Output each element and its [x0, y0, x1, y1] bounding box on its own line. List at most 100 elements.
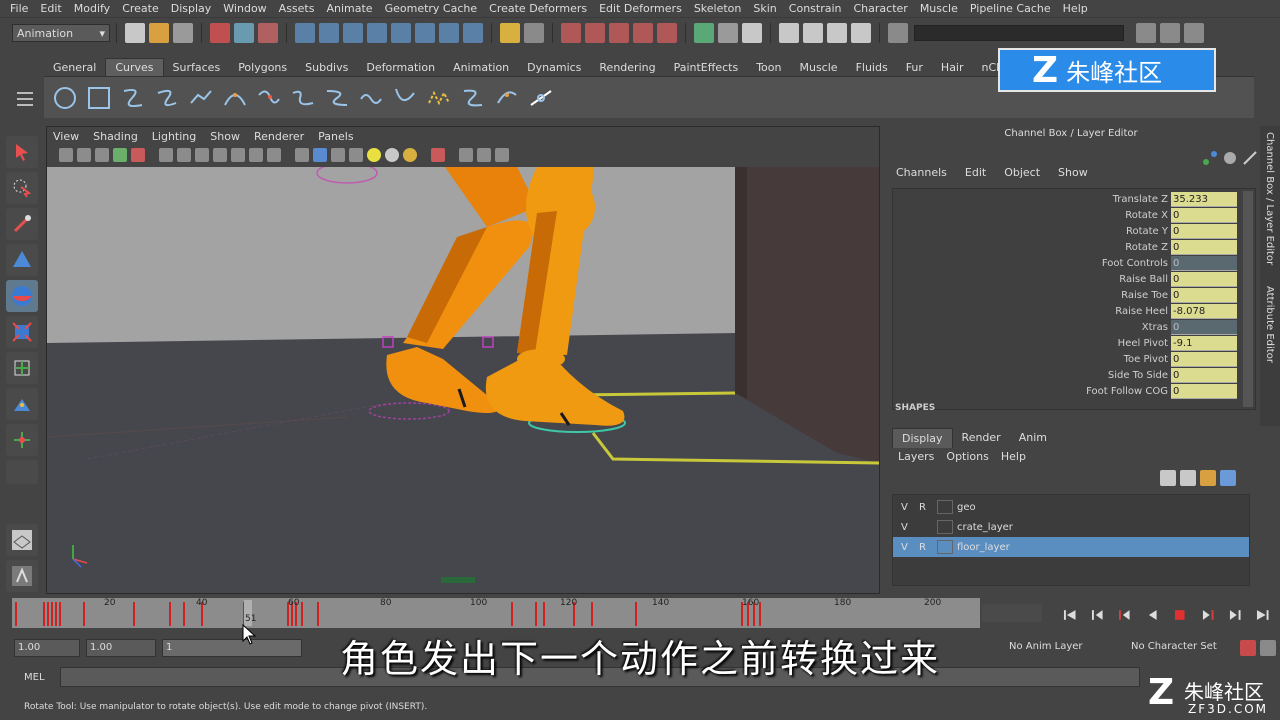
extend-curve-icon[interactable]	[358, 85, 384, 111]
arc-curve-icon[interactable]	[222, 85, 248, 111]
layer-tab-display[interactable]: Display	[892, 428, 953, 448]
use-default-light-icon[interactable]	[367, 148, 381, 162]
move-tool[interactable]	[6, 244, 38, 276]
pencil-curve-icon[interactable]	[188, 85, 214, 111]
layer-color-swatch[interactable]	[937, 540, 953, 554]
attribute-row[interactable]: Foot Follow COG 0	[893, 383, 1255, 399]
layer-visibility-toggle[interactable]: V	[901, 542, 919, 553]
select-dynamics-icon[interactable]	[415, 23, 435, 43]
shelf-tab-fluids[interactable]: Fluids	[847, 59, 897, 76]
attribute-row[interactable]: Rotate Y0	[893, 223, 1255, 239]
show-manipulator-tool[interactable]	[6, 424, 38, 456]
manipulator-icon[interactable]	[1242, 150, 1258, 166]
select-camera-icon[interactable]	[59, 148, 73, 162]
attribute-value[interactable]: 0	[1171, 271, 1237, 287]
attribute-value[interactable]: 0	[1171, 207, 1237, 223]
layer-row[interactable]: V Rgeo	[893, 497, 1249, 517]
select-curves-icon[interactable]	[343, 23, 363, 43]
save-scene-icon[interactable]	[173, 23, 193, 43]
wireframe-on-shaded-icon[interactable]	[331, 148, 345, 162]
last-tool-slot[interactable]	[6, 460, 38, 484]
shelf-tab-curves[interactable]: Curves	[105, 58, 164, 76]
shelf-tab-polygons[interactable]: Polygons	[229, 59, 296, 76]
snap-point-icon[interactable]	[609, 23, 629, 43]
shelf-tab-deformation[interactable]: Deformation	[357, 59, 444, 76]
wireframe-icon[interactable]	[295, 148, 309, 162]
attribute-row[interactable]: Translate Z 35.233	[893, 191, 1255, 207]
viewport-menu-panels[interactable]: Panels	[318, 130, 353, 143]
menu-geometry-cache[interactable]: Geometry Cache	[379, 2, 484, 15]
gate-mask-icon[interactable]	[213, 148, 227, 162]
menu-edit-deformers[interactable]: Edit Deformers	[593, 2, 688, 15]
menu-set-select[interactable]: Animation ▾	[12, 24, 110, 42]
attribute-value[interactable]: 0	[1171, 239, 1237, 255]
viewport-3d-scene[interactable]	[47, 167, 879, 593]
layer-menu-options[interactable]: Options	[946, 450, 988, 463]
layout-outliner-pane[interactable]	[6, 560, 38, 592]
attribute-row[interactable]: Raise Heel -8.078	[893, 303, 1255, 319]
menu-skin[interactable]: Skin	[747, 2, 782, 15]
rotate-tool[interactable]	[6, 280, 38, 312]
layer-row[interactable]: V Rfloor_layer	[893, 537, 1249, 557]
attribute-row[interactable]: Side To Side 0	[893, 367, 1255, 383]
layer-reference-toggle[interactable]: R	[919, 542, 937, 553]
ipr-render-icon[interactable]	[803, 23, 823, 43]
attribute-value[interactable]: 0	[1171, 287, 1237, 303]
menu-create-deformers[interactable]: Create Deformers	[483, 2, 593, 15]
select-component-icon[interactable]	[258, 23, 278, 43]
new-scene-icon[interactable]	[125, 23, 145, 43]
step-back-key-icon[interactable]	[1118, 609, 1132, 621]
layer-tab-anim[interactable]: Anim	[1010, 428, 1056, 448]
layer-menu-layers[interactable]: Layers	[898, 450, 934, 463]
layer-row[interactable]: Vcrate_layer	[893, 517, 1249, 537]
construction-history-icon[interactable]	[718, 23, 738, 43]
select-joints-icon[interactable]	[319, 23, 339, 43]
layer-color-swatch[interactable]	[937, 520, 953, 534]
menu-assets[interactable]: Assets	[273, 2, 321, 15]
shelf-tab-dynamics[interactable]: Dynamics	[518, 59, 590, 76]
detach-curves-icon[interactable]	[290, 85, 316, 111]
menu-edit[interactable]: Edit	[34, 2, 67, 15]
rebuild-curve-icon[interactable]	[426, 85, 452, 111]
channel-menu-object[interactable]: Object	[1004, 166, 1040, 179]
new-layer-icon[interactable]	[1160, 470, 1176, 486]
cv-curve-icon[interactable]	[120, 85, 146, 111]
smooth-shade-icon[interactable]	[313, 148, 327, 162]
quick-select-icon[interactable]	[888, 23, 908, 43]
camera-attributes-icon[interactable]	[77, 148, 91, 162]
select-hierarchy-icon[interactable]	[210, 23, 230, 43]
paint-select-tool[interactable]	[6, 208, 38, 240]
speed-icon[interactable]	[1222, 150, 1238, 166]
toggle-channel-box-icon[interactable]	[1184, 23, 1204, 43]
channel-scrollbar[interactable]	[1243, 191, 1253, 407]
open-scene-icon[interactable]	[149, 23, 169, 43]
snap-view-plane-icon[interactable]	[633, 23, 653, 43]
layer-visibility-toggle[interactable]: V	[901, 522, 919, 533]
shelf-tab-hair[interactable]: Hair	[932, 59, 973, 76]
snap-grid-icon[interactable]	[561, 23, 581, 43]
curve-editing-icon[interactable]	[494, 85, 520, 111]
shelf-tab-painteffects[interactable]: PaintEffects	[665, 59, 748, 76]
shelf-tab-general[interactable]: General	[44, 59, 105, 76]
layer-reference-toggle[interactable]: R	[919, 502, 937, 513]
viewport-menu-lighting[interactable]: Lighting	[152, 130, 196, 143]
safe-action-icon[interactable]	[249, 148, 263, 162]
hud-icon[interactable]	[495, 148, 509, 162]
quick-search-field[interactable]	[914, 25, 1124, 41]
attribute-value[interactable]: 0	[1171, 319, 1237, 335]
field-chart-icon[interactable]	[231, 148, 245, 162]
select-misc-icon[interactable]	[463, 23, 483, 43]
film-gate-icon[interactable]	[177, 148, 191, 162]
input-output-icon[interactable]	[694, 23, 714, 43]
lasso-tool[interactable]	[6, 172, 38, 204]
move-layer-down-icon[interactable]	[1220, 470, 1236, 486]
attribute-row[interactable]: Heel Pivot -9.1	[893, 335, 1255, 351]
attribute-row[interactable]: Raise Ball 0	[893, 271, 1255, 287]
step-forward-frame-icon[interactable]	[1228, 609, 1242, 621]
menu-skeleton[interactable]: Skeleton	[688, 2, 748, 15]
viewport-menu-show[interactable]: Show	[210, 130, 240, 143]
viewport-menu-view[interactable]: View	[53, 130, 79, 143]
shelf-tab-muscle[interactable]: Muscle	[790, 59, 846, 76]
attribute-row[interactable]: Rotate X0	[893, 207, 1255, 223]
project-tangent-icon[interactable]	[528, 85, 554, 111]
